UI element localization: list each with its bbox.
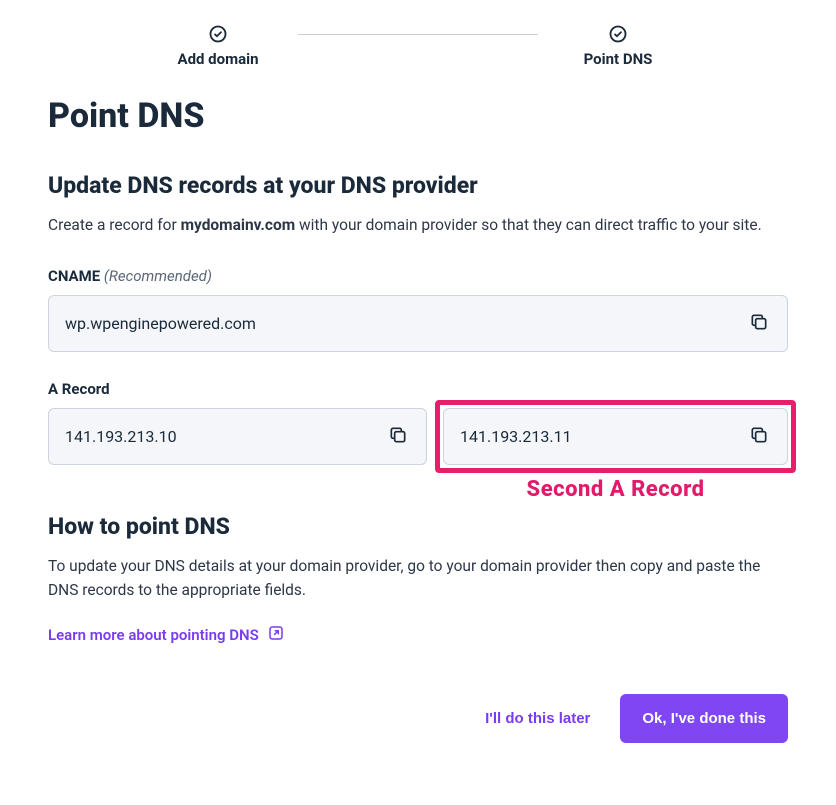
how-to-heading: How to point DNS bbox=[48, 513, 788, 540]
step-point-dns[interactable]: Point DNS bbox=[538, 24, 698, 68]
check-circle-icon bbox=[208, 24, 228, 44]
copy-icon bbox=[749, 312, 769, 335]
footer-actions: I'll do this later Ok, I've done this bbox=[48, 694, 788, 743]
cname-label: CNAME (Recommended) bbox=[48, 267, 788, 285]
a-record-2-value: 141.193.213.11 bbox=[460, 427, 747, 446]
cname-value-box: wp.wpenginepowered.com bbox=[48, 295, 788, 352]
page-title: Point DNS bbox=[48, 96, 788, 136]
copy-a-record-2-button[interactable] bbox=[747, 423, 771, 450]
copy-cname-button[interactable] bbox=[747, 310, 771, 337]
step-add-domain[interactable]: Add domain bbox=[138, 24, 298, 68]
do-later-button[interactable]: I'll do this later bbox=[485, 710, 590, 727]
check-circle-icon bbox=[608, 24, 628, 44]
update-dns-description: Create a record for mydomainv.com with y… bbox=[48, 213, 788, 237]
copy-icon bbox=[749, 425, 769, 448]
a-record-1-box: 141.193.213.10 bbox=[48, 408, 427, 465]
copy-icon bbox=[388, 425, 408, 448]
update-dns-heading: Update DNS records at your DNS provider bbox=[48, 172, 788, 199]
learn-more-link[interactable]: Learn more about pointing DNS bbox=[48, 624, 285, 646]
a-record-2-box: 141.193.213.11 bbox=[443, 408, 788, 465]
cname-hint: (Recommended) bbox=[104, 267, 212, 285]
stepper: Add domain Point DNS bbox=[138, 24, 698, 68]
desc-post: with your domain provider so that they c… bbox=[295, 216, 762, 234]
step-label: Point DNS bbox=[584, 50, 653, 68]
a-record-1-value: 141.193.213.10 bbox=[65, 427, 386, 446]
a-record-label: A Record bbox=[48, 380, 788, 398]
learn-more-label: Learn more about pointing DNS bbox=[48, 626, 259, 644]
external-link-icon bbox=[267, 624, 285, 646]
desc-pre: Create a record for bbox=[48, 216, 181, 234]
copy-a-record-1-button[interactable] bbox=[386, 423, 410, 450]
done-button[interactable]: Ok, I've done this bbox=[620, 694, 788, 743]
domain-name: mydomainv.com bbox=[181, 216, 296, 234]
step-label: Add domain bbox=[177, 50, 258, 68]
how-to-description: To update your DNS details at your domai… bbox=[48, 554, 788, 602]
cname-label-text: CNAME bbox=[48, 267, 100, 285]
annotation-label: Second A Record bbox=[443, 477, 788, 502]
step-connector bbox=[298, 34, 538, 35]
cname-value: wp.wpenginepowered.com bbox=[65, 314, 747, 333]
